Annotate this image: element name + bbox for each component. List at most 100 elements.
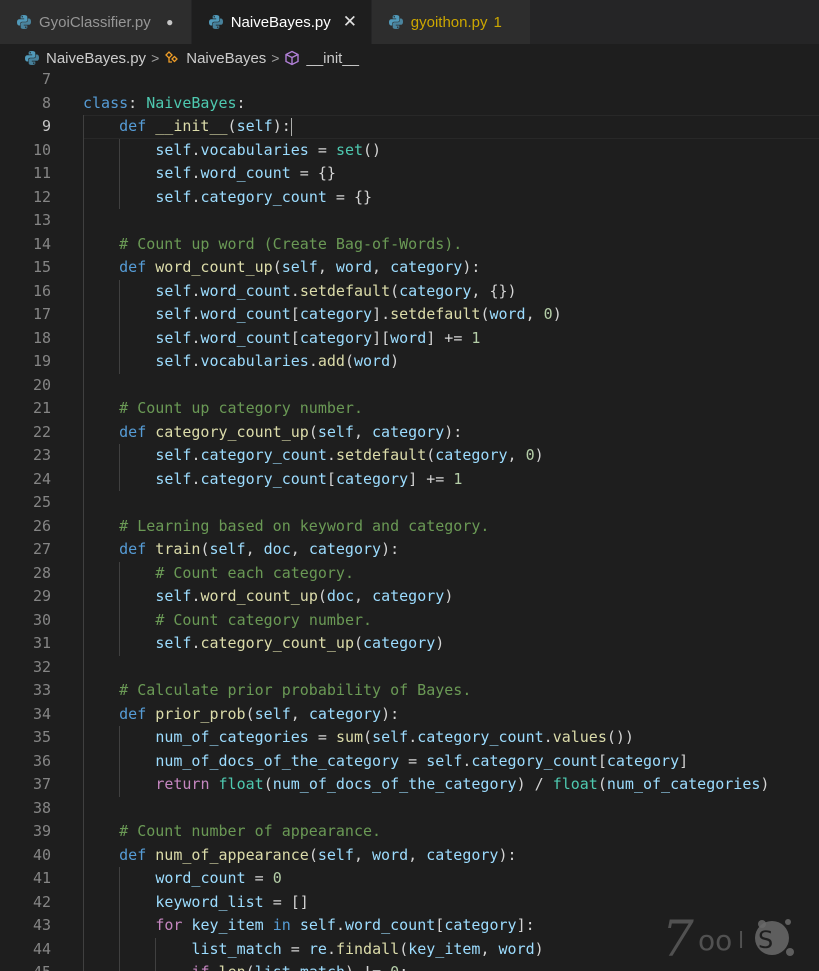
code-line[interactable]: 29 self.word_count_up(doc, category) bbox=[0, 585, 819, 609]
code-line[interactable]: 23 self.category_count.setdefault(categor… bbox=[0, 444, 819, 468]
code-token: category bbox=[435, 446, 508, 464]
code-line[interactable]: 27 def train(self, doc, category): bbox=[0, 538, 819, 562]
indent-guide bbox=[119, 632, 121, 656]
line-number: 23 bbox=[32, 446, 51, 464]
code-token: def bbox=[119, 422, 147, 441]
code-line[interactable]: 35 num_of_categories = sum(self.category_… bbox=[0, 726, 819, 750]
line-number: 16 bbox=[32, 281, 51, 300]
breadcrumb-method[interactable]: __init__ bbox=[284, 50, 359, 67]
code-token: re bbox=[308, 939, 327, 958]
code-text: # Count each category. bbox=[155, 562, 354, 586]
code-line[interactable]: 10 self.vocabularies = set() bbox=[0, 138, 819, 162]
line-number: 29 bbox=[32, 587, 51, 605]
code-token: ( bbox=[344, 352, 354, 370]
indent-guide bbox=[83, 397, 84, 421]
indent-guide bbox=[119, 914, 121, 938]
indent-guide bbox=[83, 514, 84, 538]
code-line[interactable]: 21 # Count up category number. bbox=[0, 397, 819, 421]
code-token: num_of_categories bbox=[155, 728, 309, 746]
code-line[interactable]: 20 bbox=[0, 373, 819, 397]
code-line[interactable]: 15 def word_count_up(self, word, category… bbox=[0, 256, 819, 280]
code-line[interactable]: 24 self.category_count[category] += 1 bbox=[0, 467, 819, 491]
breadcrumb-file[interactable]: NaiveBayes.py bbox=[24, 50, 146, 67]
code-token: word bbox=[372, 845, 409, 864]
tab-gyoiclassifier[interactable]: GyoiClassifier.py ● bbox=[0, 0, 192, 44]
code-token: key_item bbox=[408, 939, 481, 958]
code-line[interactable]: 28 # Count each category. bbox=[0, 561, 819, 586]
code-line[interactable]: 16 self.word_count.setdefault(category, {… bbox=[0, 279, 819, 303]
indent-guide bbox=[83, 444, 84, 468]
breadcrumb-class[interactable]: NaiveBayes bbox=[164, 50, 266, 67]
code-token: word bbox=[354, 352, 391, 370]
code-line[interactable]: 11 self.word_count = {} bbox=[0, 162, 819, 186]
code-line[interactable]: 7 bbox=[0, 68, 819, 92]
indent-guide bbox=[83, 914, 84, 938]
code-editor[interactable]: 7 8 class: NaiveBayes: 9 def __init__(self):… bbox=[0, 68, 819, 971]
code-line[interactable]: 41 word_count = 0 bbox=[0, 867, 819, 891]
line-number: 26 bbox=[32, 516, 51, 535]
indent-guide bbox=[155, 961, 157, 971]
code-line[interactable]: 31 self.category_count_up(category) bbox=[0, 632, 819, 656]
code-line[interactable]: 40 def num_of_appearance(self, word, cate… bbox=[0, 843, 819, 867]
indent-guide bbox=[119, 608, 121, 632]
tab-naivebayes[interactable]: NaiveBayes.py ✕ bbox=[191, 0, 372, 44]
code-token: self bbox=[155, 634, 192, 652]
line-number: 22 bbox=[32, 422, 51, 441]
indent-guide bbox=[83, 961, 84, 971]
code-token: [ bbox=[290, 328, 300, 347]
tab-gyoithon[interactable]: gyoithon.py 1 bbox=[371, 0, 531, 44]
code-line[interactable]: 34 def prior_prob(self, category): bbox=[0, 702, 819, 726]
code-line[interactable]: 12 self.category_count = {} bbox=[0, 185, 819, 209]
code-token: ) != bbox=[345, 963, 390, 971]
code-text: # Count up category number. bbox=[119, 397, 363, 421]
code-token: # Count number of appearance. bbox=[119, 822, 382, 840]
code-text: keyword_list = [] bbox=[155, 891, 309, 915]
line-number: 34 bbox=[32, 704, 51, 723]
code-line[interactable]: 25 bbox=[0, 491, 819, 515]
code-line[interactable]: 39 # Count number of appearance. bbox=[0, 820, 819, 844]
line-number: 11 bbox=[32, 164, 51, 182]
code-token: word_count bbox=[200, 328, 291, 347]
code-token: category bbox=[308, 704, 382, 723]
code-line[interactable]: 19 self.vocabularies.add(word) bbox=[0, 350, 819, 374]
method-cube-icon bbox=[285, 50, 300, 66]
code-line[interactable]: 37 return float(num_of_docs_of_the_catego… bbox=[0, 773, 819, 797]
code-line[interactable]: 17 self.word_count[category].setdefault(w… bbox=[0, 303, 819, 327]
svg-text:l: l bbox=[738, 929, 744, 954]
code-token: word bbox=[498, 939, 535, 958]
code-token: . bbox=[335, 916, 345, 934]
line-number: 12 bbox=[32, 187, 51, 206]
code-line[interactable]: 22 def category_count_up(self, category): bbox=[0, 420, 819, 444]
code-token: self bbox=[155, 164, 192, 182]
code-line[interactable]: 18 self.word_count[category][word] += 1 bbox=[0, 326, 819, 350]
indent-guide bbox=[83, 679, 84, 703]
code-line[interactable]: 32 bbox=[0, 655, 819, 679]
code-line[interactable]: 8 class: NaiveBayes: bbox=[0, 92, 819, 116]
code-token: , bbox=[507, 446, 526, 464]
line-number: 25 bbox=[32, 493, 51, 511]
indent-guide bbox=[83, 491, 84, 515]
code-token: word bbox=[335, 258, 373, 276]
indent-guide bbox=[119, 961, 121, 971]
code-line[interactable]: 14 # Count up word (Create Bag-of-Words). bbox=[0, 232, 819, 256]
indent-guide bbox=[119, 138, 121, 162]
code-token: add bbox=[317, 352, 345, 370]
code-line[interactable]: 26 # Learning based on keyword and catego… bbox=[0, 514, 819, 538]
code-line[interactable]: 38 bbox=[0, 796, 819, 820]
modified-dot-icon[interactable]: ● bbox=[163, 15, 177, 29]
code-line[interactable]: 9 def __init__(self): bbox=[0, 115, 819, 139]
code-text: self.category_count_up(category) bbox=[155, 632, 444, 656]
code-line[interactable]: 33 # Calculate prior probability of Bayes… bbox=[0, 679, 819, 703]
code-token: prior_prob bbox=[155, 704, 246, 723]
code-line[interactable]: 36 num_of_docs_of_the_category = self.cat… bbox=[0, 749, 819, 773]
close-icon[interactable]: ✕ bbox=[343, 12, 357, 32]
code-line[interactable]: 13 bbox=[0, 209, 819, 233]
code-token: word_count bbox=[200, 281, 291, 300]
code-token: [ bbox=[597, 751, 607, 770]
code-token: , bbox=[353, 422, 373, 441]
indent-guide bbox=[83, 326, 84, 350]
code-line[interactable]: 30 # Count category number. bbox=[0, 608, 819, 632]
code-token: self bbox=[155, 469, 192, 488]
